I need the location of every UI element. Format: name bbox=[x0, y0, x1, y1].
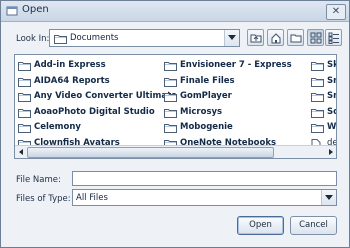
arrow-left-icon bbox=[19, 149, 23, 155]
file-name-input[interactable] bbox=[72, 171, 337, 186]
folder-icon bbox=[311, 62, 324, 71]
folder-name: Microsys bbox=[180, 106, 223, 117]
folder-icon bbox=[18, 77, 31, 87]
folder-name: Sm bbox=[327, 91, 336, 101]
list-view-button[interactable] bbox=[307, 29, 324, 46]
folder-icon bbox=[164, 108, 177, 118]
folder-icon bbox=[18, 124, 31, 133]
cancel-button[interactable]: Cancel bbox=[290, 216, 337, 235]
folder-name: Sky bbox=[327, 60, 336, 70]
folder-name: Mobogenie bbox=[180, 122, 233, 132]
folder-icon bbox=[18, 62, 31, 71]
folder-icon bbox=[164, 77, 177, 87]
folder-name: Any Video Converter Ultimate bbox=[34, 91, 177, 101]
home-button[interactable] bbox=[267, 29, 284, 46]
look-in-label: Look In: bbox=[16, 34, 50, 44]
up-one-level-icon bbox=[250, 34, 262, 43]
chevron-down-icon bbox=[228, 35, 236, 40]
folder-icon bbox=[18, 93, 31, 102]
file-type-label: Files of Type: bbox=[16, 194, 71, 204]
folder-icon bbox=[164, 124, 177, 133]
new-folder-button[interactable] bbox=[287, 29, 304, 46]
folder-name: AoaoPhoto Digital Studio bbox=[34, 106, 155, 117]
folder-name: We bbox=[327, 122, 337, 132]
folder-icon bbox=[164, 62, 177, 71]
scrollbar-thumb[interactable] bbox=[27, 147, 274, 158]
list-view-icon bbox=[310, 32, 322, 44]
look-in-dropdown-arrow[interactable] bbox=[224, 30, 239, 46]
folder-icon bbox=[311, 124, 324, 133]
look-in-value: Documents bbox=[70, 33, 119, 43]
folder-icon bbox=[164, 93, 177, 102]
folder-name: Envisioneer 7 - Express bbox=[180, 60, 292, 70]
up-one-level-button[interactable] bbox=[247, 29, 264, 46]
home-icon bbox=[271, 33, 281, 44]
scroll-left-button[interactable] bbox=[16, 147, 26, 157]
folder-name: Celemony bbox=[34, 122, 81, 132]
folder-name: Add-in Express bbox=[34, 60, 106, 70]
chevron-down-icon bbox=[325, 195, 333, 200]
folder-icon bbox=[54, 35, 67, 44]
java-app-icon bbox=[6, 6, 18, 16]
folder-name: Soc bbox=[327, 106, 336, 117]
file-type-combo[interactable]: All Files bbox=[72, 189, 337, 206]
file-list[interactable]: Add-in Express AIDA64 Reports Any Video … bbox=[14, 54, 337, 159]
file-type-value: All Files bbox=[76, 193, 108, 203]
window-title: Open bbox=[22, 4, 49, 15]
folder-name: Sm bbox=[327, 75, 336, 86]
close-button[interactable]: ✕ bbox=[326, 4, 346, 20]
file-name-label: File Name: bbox=[16, 175, 61, 185]
folder-name: GomPlayer bbox=[180, 91, 232, 101]
folder-icon bbox=[311, 93, 324, 102]
scroll-right-button[interactable] bbox=[325, 147, 335, 157]
arrow-right-icon bbox=[329, 149, 333, 155]
new-folder-icon bbox=[290, 34, 302, 43]
horizontal-scrollbar[interactable] bbox=[15, 145, 336, 158]
folder-icon bbox=[311, 108, 324, 118]
title-bar: Open ✕ bbox=[1, 1, 349, 22]
look-in-combo[interactable]: Documents bbox=[49, 29, 240, 47]
open-button[interactable]: Open bbox=[237, 216, 284, 235]
open-dialog: Open ✕ Look In: Documents Add-in Express… bbox=[0, 0, 350, 248]
details-view-icon bbox=[328, 32, 339, 44]
details-view-button[interactable] bbox=[325, 29, 342, 46]
folder-icon bbox=[18, 108, 31, 118]
folder-name: AIDA64 Reports bbox=[34, 75, 110, 86]
folder-icon bbox=[311, 77, 324, 87]
folder-name: Finale Files bbox=[180, 75, 235, 86]
file-type-dropdown-arrow[interactable] bbox=[321, 190, 336, 205]
